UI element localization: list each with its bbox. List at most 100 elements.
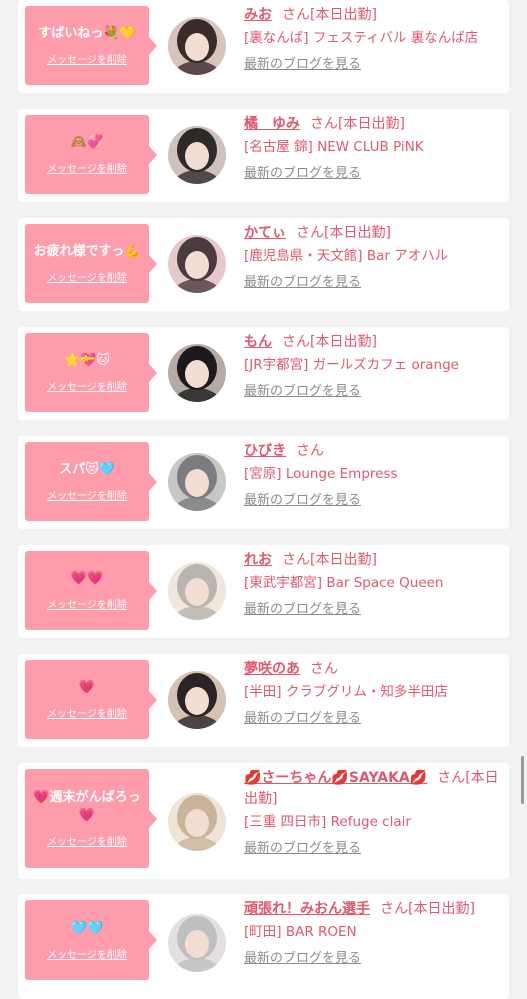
entry-info: みお さん[本日出勤] [裏なんば] フェスティバル 裏なんば店 最新のブログを見る xyxy=(244,5,504,74)
honorific-label: さん xyxy=(282,552,310,568)
message-text: スパ😻🩵 xyxy=(59,462,115,477)
message-text: 💗週末がんばろっ💗 xyxy=(33,790,141,823)
name-line: かてぃ さん[本日出勤] xyxy=(244,223,504,244)
avatar[interactable] xyxy=(168,344,226,402)
avatar-photo-icon xyxy=(168,914,226,972)
list-item: 💗 メッセージを削除 夢咲のあ さん [半田] クラブグリム・知多半田店 最新のブログを見… xyxy=(18,654,509,747)
scrollbar[interactable] xyxy=(521,756,524,804)
avatar-photo-icon xyxy=(168,17,226,75)
work-status: [本日出勤] xyxy=(310,7,377,23)
entry-info: かてぃ さん[本日出勤] [鹿児島県・天文館] Bar アオハル 最新のブログを見る xyxy=(244,223,504,292)
delete-message-link[interactable]: メッセージを削除 xyxy=(47,269,127,284)
entry-info: れお さん[本日出勤] [東武宇都宮] Bar Space Queen 最新のブログを… xyxy=(244,550,504,619)
avatar-photo-icon xyxy=(168,562,226,620)
list-item: 🌟💝🐱 メッセージを削除 もん さん[本日出勤] [JR宇都宮] ガールズカフェ ora… xyxy=(18,327,509,420)
avatar[interactable] xyxy=(168,562,226,620)
latest-blog-link[interactable]: 最新のブログを見る xyxy=(244,492,361,510)
message-text: 🩵🩵 xyxy=(70,920,104,936)
honorific-label: さん xyxy=(310,116,338,132)
message-bubble: 💗 メッセージを削除 xyxy=(25,660,157,739)
latest-blog-link[interactable]: 最新のブログを見る xyxy=(244,710,361,728)
message-bubble: 💗週末がんばろっ💗 メッセージを削除 xyxy=(25,769,157,868)
message-text: すばいねっ💐💛 xyxy=(38,26,136,41)
latest-blog-link[interactable]: 最新のブログを見る xyxy=(244,56,361,74)
delete-message-link[interactable]: メッセージを削除 xyxy=(47,705,127,720)
work-status: [本日出勤] xyxy=(338,116,405,132)
message-text: 💗 xyxy=(78,680,96,695)
honorific-label: さん xyxy=(310,661,338,677)
message-text: 🙈💞 xyxy=(70,135,104,150)
work-status: [本日出勤] xyxy=(408,901,475,917)
message-bubble: 🩵🩵 メッセージを削除 xyxy=(25,900,157,980)
avatar-photo-icon xyxy=(168,344,226,402)
avatar[interactable] xyxy=(168,793,226,851)
list-item: すばいねっ💐💛 メッセージを削除 みお さん[本日出勤] [裏なんば] フェスティバル … xyxy=(18,0,509,93)
avatar[interactable] xyxy=(168,17,226,75)
cast-name-link[interactable]: 橘 ゆみ xyxy=(244,116,300,132)
avatar[interactable] xyxy=(168,671,226,729)
name-line: ひびき さん xyxy=(244,441,504,462)
cast-name-link[interactable]: もん xyxy=(244,334,272,350)
delete-message-link[interactable]: メッセージを削除 xyxy=(47,160,127,175)
shop-name: [半田] クラブグリム・知多半田店 xyxy=(244,684,448,700)
list-item: 🩵🩵 メッセージを削除 頑張れ！みおん選手 さん[本日出勤] [町田] BAR ROEN… xyxy=(18,894,509,999)
name-line: みお さん[本日出勤] xyxy=(244,5,504,26)
message-bubble: スパ😻🩵 メッセージを削除 xyxy=(25,442,157,521)
latest-blog-link[interactable]: 最新のブログを見る xyxy=(244,840,361,858)
work-status: [本日出勤] xyxy=(310,334,377,350)
shop-name: [鹿児島県・天文館] Bar アオハル xyxy=(244,248,449,264)
name-line: 夢咲のあ さん xyxy=(244,659,504,680)
cast-name-link[interactable]: みお xyxy=(244,7,272,23)
work-status: [本日出勤] xyxy=(310,552,377,568)
shop-name: [町田] BAR ROEN xyxy=(244,924,357,940)
honorific-label: さん xyxy=(380,901,408,917)
avatar[interactable] xyxy=(168,453,226,511)
honorific-label: さん xyxy=(282,7,310,23)
latest-blog-link[interactable]: 最新のブログを見る xyxy=(244,274,361,292)
delete-message-link[interactable]: メッセージを削除 xyxy=(47,51,127,66)
delete-message-link[interactable]: メッセージを削除 xyxy=(47,487,127,502)
name-line: 橘 ゆみ さん[本日出勤] xyxy=(244,114,504,135)
cast-name-link[interactable]: れお xyxy=(244,552,272,568)
honorific-label: さん xyxy=(437,770,466,786)
shop-name: [JR宇都宮] ガールズカフェ orange xyxy=(244,357,459,373)
list-item: スパ😻🩵 メッセージを削除 ひびき さん [宮原] Lounge Empress 最新のブ… xyxy=(18,436,509,529)
entry-info: 💋さーちゃん💋SAYAKA💋 さん[本日出勤] [三重 四日市] Refuge cl… xyxy=(244,768,504,858)
cast-name-link[interactable]: 夢咲のあ xyxy=(244,661,300,677)
list-item: お疲れ様ですっ💪 メッセージを削除 かてぃ さん[本日出勤] [鹿児島県・天文館] Ba… xyxy=(18,218,509,311)
honorific-label: さん xyxy=(296,225,324,241)
avatar-photo-icon xyxy=(168,793,226,851)
work-status: [本日出勤] xyxy=(324,225,391,241)
message-bubble: お疲れ様ですっ💪 メッセージを削除 xyxy=(25,224,157,303)
message-list: すばいねっ💐💛 メッセージを削除 みお さん[本日出勤] [裏なんば] フェスティバル … xyxy=(0,0,527,999)
shop-name: [裏なんば] フェスティバル 裏なんば店 xyxy=(244,30,479,46)
delete-message-link[interactable]: メッセージを削除 xyxy=(47,833,127,848)
name-line: もん さん[本日出勤] xyxy=(244,332,504,353)
latest-blog-link[interactable]: 最新のブログを見る xyxy=(244,165,361,183)
list-item: 💗週末がんばろっ💗 メッセージを削除 💋さーちゃん💋SAYAKA💋 さん[本日出勤][… xyxy=(18,763,509,879)
avatar[interactable] xyxy=(168,914,226,972)
name-line: 💋さーちゃん💋SAYAKA💋 さん[本日出勤] xyxy=(244,768,504,810)
avatar[interactable] xyxy=(168,126,226,184)
list-item: 💗💗 メッセージを削除 れお さん[本日出勤] [東武宇都宮] Bar Space Qu… xyxy=(18,545,509,638)
cast-name-link[interactable]: ひびき xyxy=(244,443,286,459)
cast-name-link[interactable]: かてぃ xyxy=(244,225,286,241)
entry-info: 橘 ゆみ さん[本日出勤] [名古屋 錦] NEW CLUB PiNK 最新のブログを… xyxy=(244,114,504,183)
latest-blog-link[interactable]: 最新のブログを見る xyxy=(244,950,361,968)
entry-info: もん さん[本日出勤] [JR宇都宮] ガールズカフェ orange 最新のブログを見… xyxy=(244,332,504,401)
avatar-photo-icon xyxy=(168,126,226,184)
name-line: れお さん[本日出勤] xyxy=(244,550,504,571)
delete-message-link[interactable]: メッセージを削除 xyxy=(47,596,127,611)
latest-blog-link[interactable]: 最新のブログを見る xyxy=(244,383,361,401)
name-line: 頑張れ！みおん選手 さん[本日出勤] xyxy=(244,899,504,920)
latest-blog-link[interactable]: 最新のブログを見る xyxy=(244,601,361,619)
cast-name-link[interactable]: 頑張れ！みおん選手 xyxy=(244,901,370,917)
delete-message-link[interactable]: メッセージを削除 xyxy=(47,946,127,961)
list-item: 🙈💞 メッセージを削除 橘 ゆみ さん[本日出勤] [名古屋 錦] NEW CLUB P… xyxy=(18,109,509,202)
avatar[interactable] xyxy=(168,235,226,293)
honorific-label: さん xyxy=(282,334,310,350)
shop-name: [東武宇都宮] Bar Space Queen xyxy=(244,575,444,591)
honorific-label: さん xyxy=(296,443,324,459)
cast-name-link[interactable]: 💋さーちゃん💋SAYAKA💋 xyxy=(244,770,427,786)
delete-message-link[interactable]: メッセージを削除 xyxy=(47,378,127,393)
